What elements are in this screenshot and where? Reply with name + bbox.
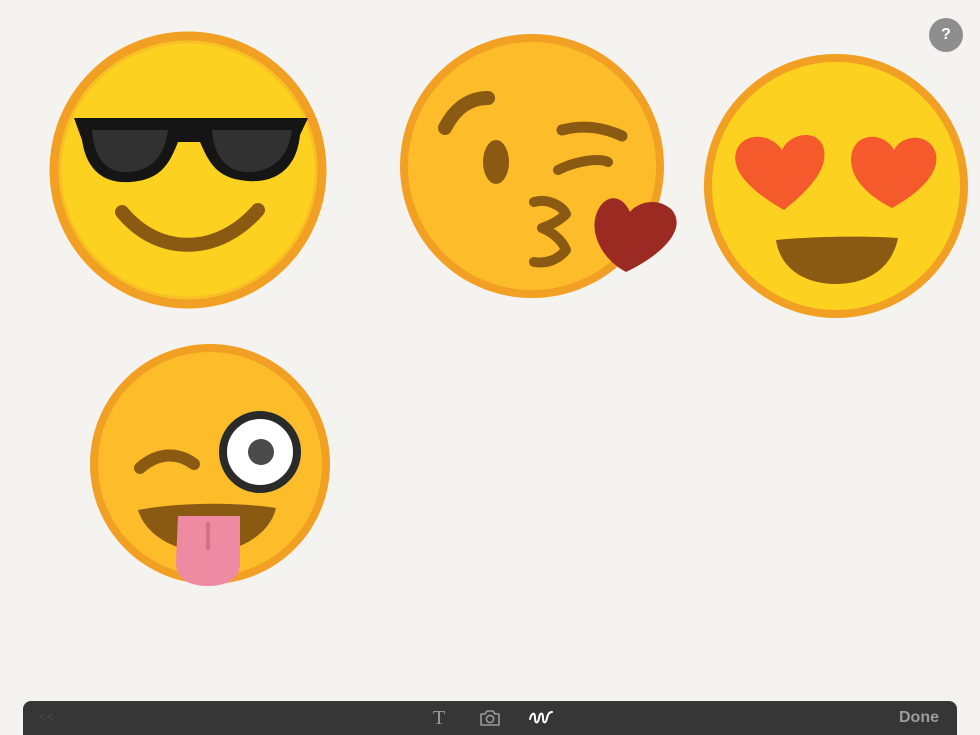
back-arrow-icon[interactable]: << bbox=[39, 709, 54, 724]
cool-face-sunglasses bbox=[49, 31, 327, 309]
camera-icon bbox=[480, 710, 500, 726]
text-tool-button[interactable]: T bbox=[425, 701, 453, 735]
draw-icon bbox=[529, 711, 553, 724]
sketch-layer bbox=[49, 31, 968, 586]
help-button[interactable]: ? bbox=[929, 18, 963, 52]
done-button[interactable]: Done bbox=[899, 701, 939, 735]
winking-tongue-face bbox=[90, 344, 330, 586]
face-blowing-kiss bbox=[400, 34, 677, 298]
help-button-label: ? bbox=[941, 26, 951, 43]
bottom-toolbar: << T Done bbox=[23, 701, 957, 735]
drawing-canvas[interactable] bbox=[0, 0, 980, 700]
camera-tool-button[interactable] bbox=[476, 701, 504, 735]
draw-tool-button[interactable] bbox=[526, 701, 556, 735]
heart-eyes-face bbox=[704, 54, 968, 318]
text-icon: T bbox=[432, 706, 446, 729]
